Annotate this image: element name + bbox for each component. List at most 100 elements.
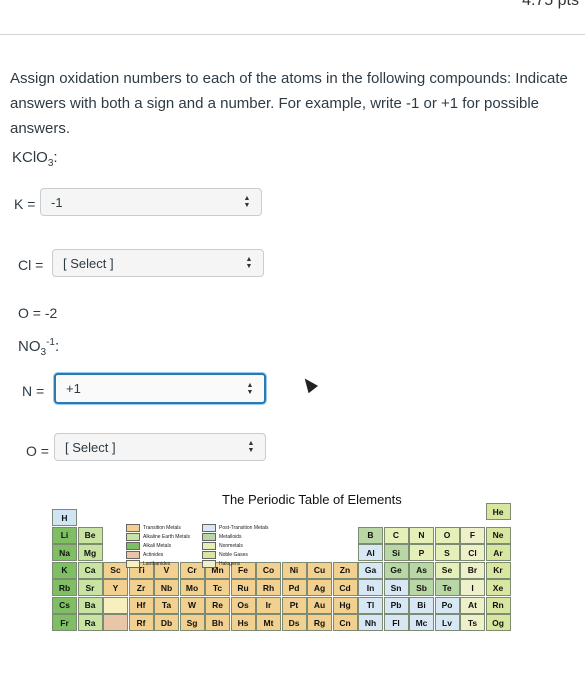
element-mt: Mt: [256, 614, 281, 631]
element-y: Y: [103, 579, 128, 596]
o-answer-static: O = -2: [18, 305, 58, 321]
element-bh: Bh: [205, 614, 230, 631]
element-cr: Cr: [179, 561, 205, 579]
element-rn: Rn: [485, 596, 511, 614]
element-nb: Nb: [154, 579, 179, 596]
element-he: He: [485, 503, 511, 520]
element-as: As: [409, 561, 434, 579]
compound1-formula: KClO3:: [12, 149, 58, 169]
element-ra: Ra: [77, 614, 103, 631]
element-s: S: [434, 544, 460, 561]
legend-item: Post-Transition Metals: [202, 524, 269, 532]
legend-label: Transition Metals: [143, 525, 181, 531]
legend-item: Lanthanides: [126, 560, 170, 568]
element-ta: Ta: [154, 596, 179, 614]
legend-label: Metalloids: [219, 534, 242, 540]
k-label: K =: [14, 196, 36, 212]
legend-label: Actinides: [143, 552, 164, 558]
element-ds: Ds: [281, 614, 307, 631]
cl-select-value: [ Select ]: [63, 255, 114, 271]
element-pt: Pt: [281, 596, 307, 614]
element-ba: Ba: [77, 596, 103, 614]
element-sc: Sc: [103, 561, 128, 579]
element-mo: Mo: [179, 579, 205, 596]
element-tc: Tc: [205, 579, 230, 596]
element-cd: Cd: [332, 579, 358, 596]
o-label: O =: [26, 443, 49, 459]
element-se: Se: [434, 561, 460, 579]
element-lv: Lv: [434, 614, 460, 631]
element-nh: Nh: [358, 614, 383, 631]
element-b: B: [358, 526, 383, 544]
legend-swatch: [202, 560, 216, 568]
n-select[interactable]: +1 ▲ ▼: [54, 373, 266, 404]
o-select-value: [ Select ]: [65, 439, 116, 455]
element-ag: Ag: [307, 579, 332, 596]
element-fl: Fl: [383, 614, 409, 631]
legend-swatch: [202, 551, 216, 559]
element-ar: Ar: [485, 544, 511, 561]
legend-label: Alkali Metals: [143, 543, 172, 549]
element-w: W: [179, 596, 205, 614]
element-si: Si: [383, 544, 409, 561]
divider: [0, 34, 585, 35]
legend-swatch: [126, 533, 140, 541]
element-au: Au: [307, 596, 332, 614]
element-fr: Fr: [52, 614, 77, 631]
element-te: Te: [434, 579, 460, 596]
element-xe: Xe: [485, 579, 511, 596]
select-arrows-icon: ▲ ▼: [243, 195, 251, 209]
element-sn: Sn: [383, 579, 409, 596]
element-os: Os: [230, 596, 256, 614]
element-series-placeholder: [103, 596, 128, 614]
element-hf: Hf: [128, 596, 154, 614]
element-tl: Tl: [358, 596, 383, 614]
n-select-value: +1: [66, 381, 81, 396]
legend-label: Lanthanides: [143, 561, 171, 567]
legend-item: Noble Gases: [202, 551, 248, 559]
element-kr: Kr: [485, 561, 511, 579]
element-h: H: [52, 509, 77, 526]
element-c: C: [383, 526, 409, 544]
element-hs: Hs: [230, 614, 256, 631]
element-ne: Ne: [485, 526, 511, 544]
element-sb: Sb: [409, 579, 434, 596]
legend-swatch: [126, 551, 140, 559]
element-db: Db: [154, 614, 179, 631]
cl-label: Cl =: [18, 257, 44, 273]
legend-swatch: [126, 560, 140, 568]
element-at: At: [460, 596, 485, 614]
element-po: Po: [434, 596, 460, 614]
element-al: Al: [358, 544, 383, 561]
legend-label: Alkaline Earth Metals: [143, 534, 190, 540]
legend-item: Halogens: [202, 560, 240, 568]
legend-item: Actinides: [126, 551, 163, 559]
element-na: Na: [52, 544, 77, 561]
element-p: P: [409, 544, 434, 561]
element-sr: Sr: [77, 579, 103, 596]
element-mc: Mc: [409, 614, 434, 631]
legend-label: Halogens: [219, 561, 241, 567]
element-pd: Pd: [281, 579, 307, 596]
element-series-placeholder: [103, 614, 128, 631]
element-og: Og: [485, 614, 511, 631]
legend-item: Metalloids: [202, 533, 242, 541]
element-be: Be: [77, 526, 103, 544]
element-i: I: [460, 579, 485, 596]
k-select[interactable]: -1 ▲ ▼: [40, 188, 262, 216]
element-hg: Hg: [332, 596, 358, 614]
legend-swatch: [202, 533, 216, 541]
element-in: In: [358, 579, 383, 596]
legend-swatch: [202, 542, 216, 550]
o-select[interactable]: [ Select ] ▲ ▼: [54, 433, 266, 461]
legend-swatch: [126, 542, 140, 550]
element-ru: Ru: [230, 579, 256, 596]
element-k: K: [52, 561, 77, 579]
legend-item: Nonmetals: [202, 542, 243, 550]
element-mg: Mg: [77, 544, 103, 561]
legend-label: Post-Transition Metals: [219, 525, 269, 531]
element-ca: Ca: [77, 561, 103, 579]
compound2-formula: NO3-1:: [18, 337, 60, 358]
element-ts: Ts: [460, 614, 485, 631]
cl-select[interactable]: [ Select ] ▲ ▼: [52, 249, 264, 277]
